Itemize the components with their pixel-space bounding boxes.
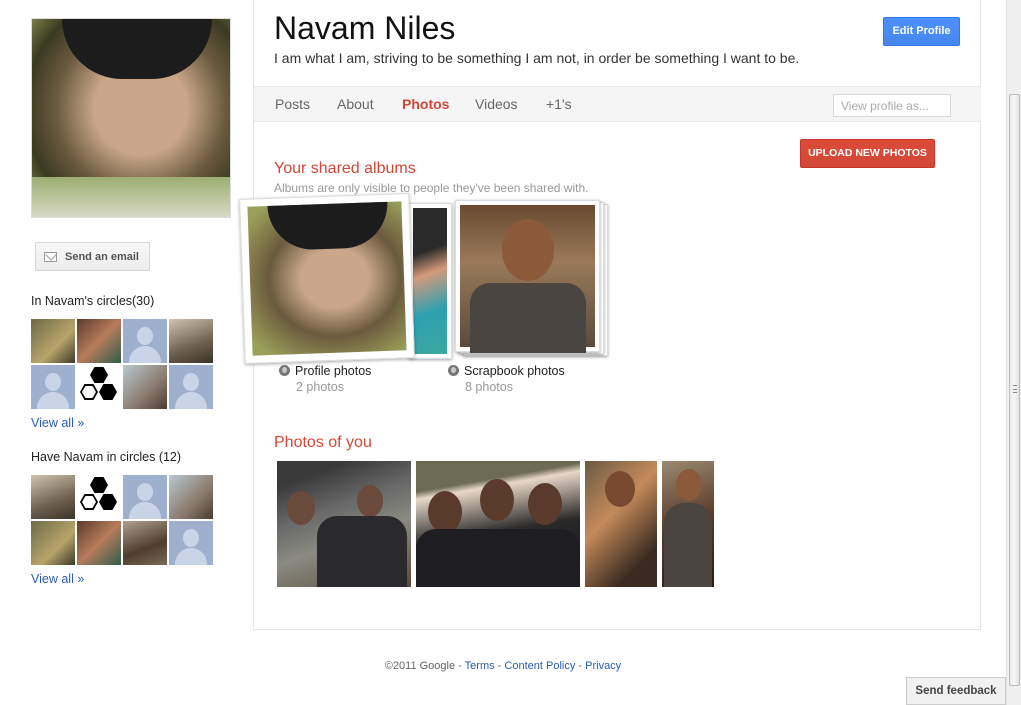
copyright-text: ©2011 Google - bbox=[384, 660, 465, 672]
tab-videos[interactable]: Videos bbox=[475, 96, 518, 112]
tab-plus-ones[interactable]: +1's bbox=[546, 96, 572, 112]
send-email-button[interactable]: Send an email bbox=[35, 242, 150, 271]
send-email-label: Send an email bbox=[65, 250, 139, 263]
scrollbar-thumb[interactable] bbox=[1009, 94, 1020, 686]
default-avatar-icon[interactable] bbox=[169, 521, 213, 565]
grip-icon bbox=[1013, 385, 1017, 393]
photos-of-you-title: Photos of you bbox=[274, 434, 372, 451]
tab-posts[interactable]: Posts bbox=[275, 96, 310, 112]
globe-icon bbox=[279, 365, 290, 376]
privacy-link[interactable]: Privacy bbox=[585, 660, 621, 672]
default-avatar-icon[interactable] bbox=[169, 365, 213, 409]
photo-detail bbox=[32, 177, 230, 217]
tab-photos[interactable]: Photos bbox=[402, 96, 449, 112]
left-sidebar: Send an email In Navam's circles(30) Vie… bbox=[0, 0, 253, 705]
view-all-link[interactable]: View all » bbox=[31, 416, 84, 430]
album-label[interactable]: Scrapbook photos bbox=[448, 364, 565, 378]
have-in-circles-title: Have Navam in circles (12) bbox=[31, 450, 182, 464]
profile-page: Send an email In Navam's circles(30) Vie… bbox=[0, 0, 1021, 705]
shared-albums-title: Your shared albums bbox=[274, 160, 416, 177]
circle-member-avatar[interactable] bbox=[31, 475, 75, 519]
profile-photo[interactable] bbox=[31, 18, 231, 218]
view-profile-as-input[interactable]: View profile as... bbox=[833, 94, 951, 117]
footer-separator: - bbox=[494, 660, 505, 672]
default-avatar-icon[interactable] bbox=[123, 475, 167, 519]
circle-member-avatar[interactable] bbox=[31, 319, 75, 363]
shared-albums-subtitle: Albums are only visible to people they'v… bbox=[274, 181, 589, 195]
terms-link[interactable]: Terms bbox=[465, 660, 495, 672]
circle-member-avatar[interactable] bbox=[77, 319, 121, 363]
album-label[interactable]: Profile photos bbox=[279, 364, 371, 378]
photo-thumbnail[interactable] bbox=[416, 461, 580, 587]
photo-thumbnail[interactable] bbox=[277, 461, 411, 587]
footer: ©2011 Google - Terms - Content Policy - … bbox=[0, 660, 1006, 672]
content-policy-link[interactable]: Content Policy bbox=[504, 660, 575, 672]
upload-photos-button[interactable]: UPLOAD NEW PHOTOS bbox=[800, 139, 935, 168]
album-stack-card bbox=[408, 203, 452, 359]
footer-separator: - bbox=[575, 660, 586, 672]
view-all-link[interactable]: View all » bbox=[31, 572, 84, 586]
circle-member-avatar[interactable] bbox=[169, 319, 213, 363]
circle-member-avatar[interactable] bbox=[31, 521, 75, 565]
vertical-scrollbar[interactable] bbox=[1006, 0, 1021, 705]
globe-icon bbox=[448, 365, 459, 376]
photo-thumbnail[interactable] bbox=[662, 461, 714, 587]
in-circles-grid bbox=[31, 319, 215, 409]
default-avatar-icon[interactable] bbox=[31, 365, 75, 409]
album-scrapbook-photos[interactable] bbox=[455, 200, 615, 360]
photo-thumbnail[interactable] bbox=[585, 461, 657, 587]
edit-profile-button[interactable]: Edit Profile bbox=[883, 17, 960, 46]
album-cover bbox=[455, 200, 600, 353]
tab-about[interactable]: About bbox=[337, 96, 374, 112]
circle-member-avatar[interactable] bbox=[169, 475, 213, 519]
hexagon-logo-avatar[interactable] bbox=[77, 365, 121, 409]
mail-icon bbox=[44, 251, 57, 262]
profile-name: Navam Niles bbox=[274, 10, 456, 46]
album-name: Profile photos bbox=[295, 364, 372, 378]
photo-detail bbox=[62, 19, 212, 79]
album-count: 2 photos bbox=[296, 380, 344, 394]
circle-member-avatar[interactable] bbox=[123, 365, 167, 409]
album-cover bbox=[239, 193, 415, 364]
profile-tagline: I am what I am, striving to be something… bbox=[274, 50, 800, 66]
in-circles-title: In Navam's circles(30) bbox=[31, 294, 155, 308]
hexagon-logo-avatar[interactable] bbox=[77, 475, 121, 519]
circle-member-avatar[interactable] bbox=[77, 521, 121, 565]
have-in-circles-grid bbox=[31, 475, 215, 565]
send-feedback-button[interactable]: Send feedback bbox=[906, 677, 1006, 705]
circle-member-avatar[interactable] bbox=[123, 521, 167, 565]
profile-tabs: Posts About Photos Videos +1's View prof… bbox=[254, 86, 981, 122]
album-count: 8 photos bbox=[465, 380, 513, 394]
main-panel: Navam Niles I am what I am, striving to … bbox=[239, 0, 981, 630]
default-avatar-icon[interactable] bbox=[123, 319, 167, 363]
album-name: Scrapbook photos bbox=[464, 364, 565, 378]
